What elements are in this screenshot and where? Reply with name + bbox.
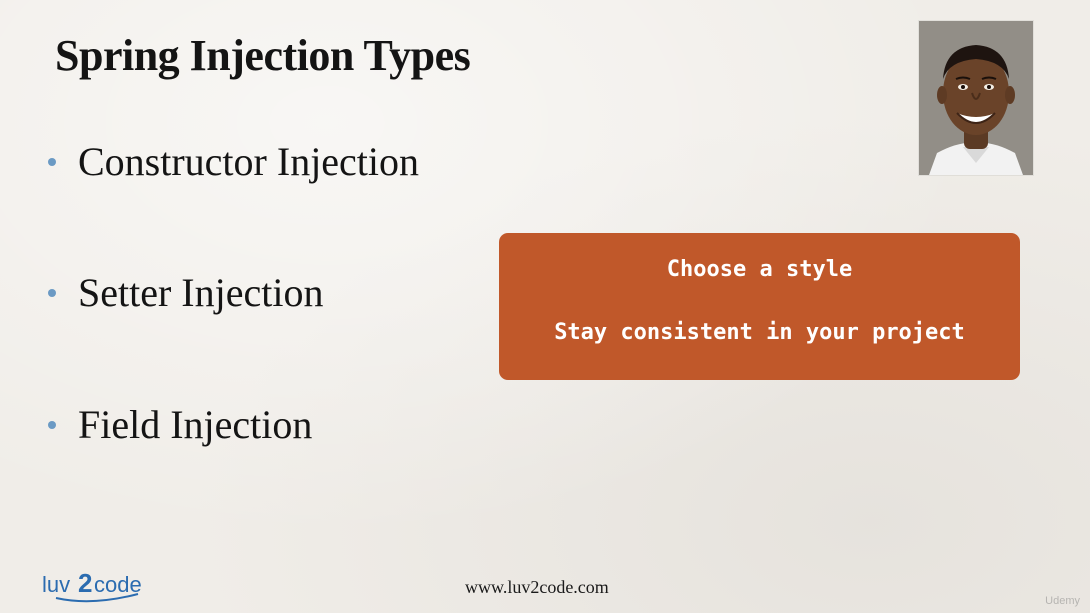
presenter-photo bbox=[919, 21, 1033, 175]
bullet-dot-icon bbox=[48, 158, 56, 166]
slide: Spring Injection Types Constructor Injec… bbox=[0, 0, 1090, 613]
bullet-item-constructor-injection: Constructor Injection bbox=[48, 142, 419, 182]
bullet-dot-icon bbox=[48, 289, 56, 297]
bullet-text: Field Injection bbox=[78, 402, 313, 447]
svg-text:2: 2 bbox=[78, 568, 92, 598]
svg-text:luv: luv bbox=[42, 572, 70, 597]
callout-line-choose-style: Choose a style bbox=[666, 257, 853, 282]
bullet-text: Setter Injection bbox=[78, 270, 324, 315]
bullet-dot-icon bbox=[48, 421, 56, 429]
callout-box: Choose a style Stay consistent in your p… bbox=[499, 233, 1020, 380]
svg-text:code: code bbox=[94, 572, 142, 597]
bullet-item-setter-injection: Setter Injection bbox=[48, 273, 323, 313]
footer-url: www.luv2code.com bbox=[465, 577, 609, 597]
udemy-watermark: Udemy bbox=[1045, 595, 1080, 607]
luv2code-logo: luv 2 code bbox=[42, 568, 152, 604]
bullet-text: Constructor Injection bbox=[78, 139, 420, 184]
luv2code-logo-icon: luv 2 code bbox=[42, 568, 142, 603]
bullet-item-field-injection: Field Injection bbox=[48, 405, 312, 445]
callout-line-stay-consistent: Stay consistent in your project bbox=[554, 320, 965, 345]
slide-title: Spring Injection Types bbox=[55, 31, 471, 80]
presenter-portrait-icon bbox=[919, 21, 1033, 175]
